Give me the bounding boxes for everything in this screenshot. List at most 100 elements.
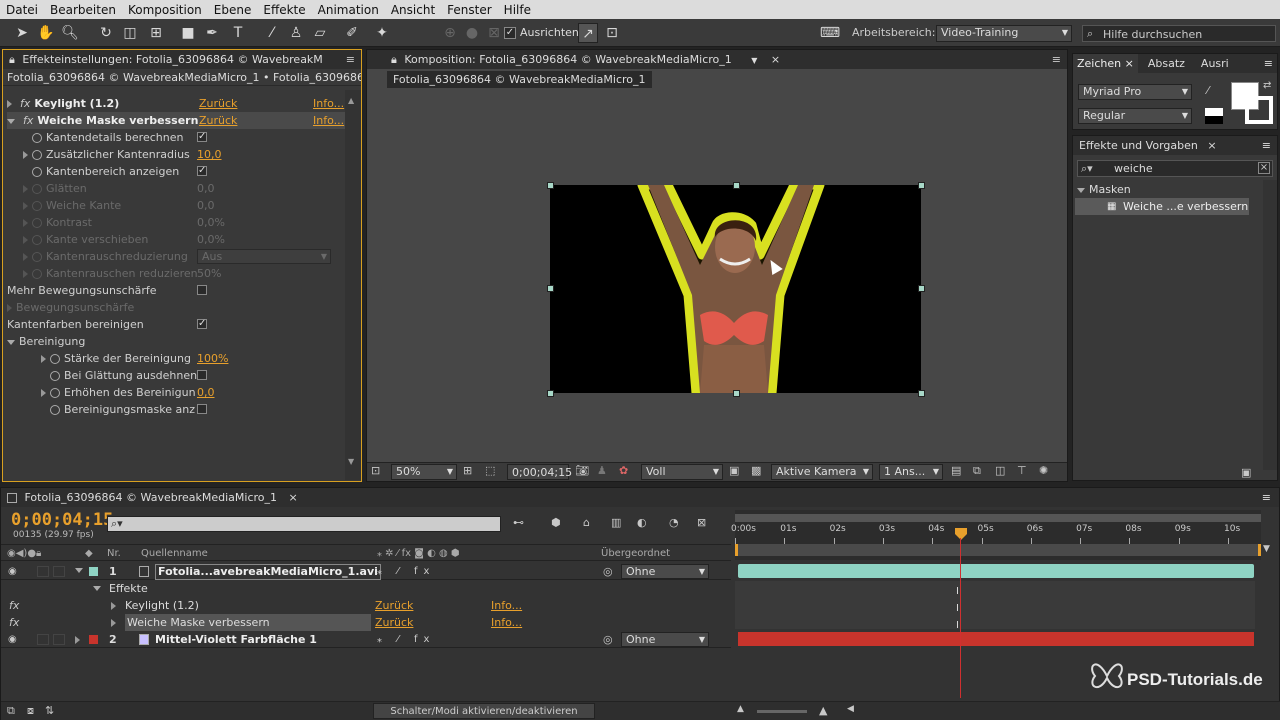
zoom-slider[interactable] (757, 710, 807, 713)
solo-switch[interactable] (37, 566, 49, 577)
transform-handle[interactable] (547, 390, 554, 397)
panel-menu-icon[interactable]: ≡ (1262, 488, 1271, 507)
views-dropdown[interactable]: 1 Ans... ▼ (879, 464, 943, 480)
effect-item-refine-soft-matte[interactable]: ▦ Weiche ...e verbessern (1075, 198, 1249, 215)
expand-icon[interactable] (93, 586, 101, 591)
expand-icon[interactable] (7, 100, 12, 108)
mask-visibility-icon[interactable]: ⬚ (485, 464, 495, 477)
motion-blur-icon[interactable]: ◐ (637, 516, 647, 529)
transform-handle[interactable] (547, 285, 554, 292)
menu-item[interactable]: Hilfe (498, 3, 537, 17)
expand-icon[interactable] (23, 270, 28, 278)
param-row[interactable]: Bei Glättung ausdehnen (41, 367, 379, 384)
transform-handle[interactable] (733, 390, 740, 397)
transfer-controls-icon[interactable]: ⧇ (27, 704, 34, 718)
snap-options-icon[interactable]: ⊡ (602, 23, 622, 43)
param-row[interactable]: Kantenfarben bereinigen ✓ (7, 316, 345, 333)
param-row[interactable]: Zusätzlicher Kantenradius 10,0 (23, 146, 361, 163)
expand-icon[interactable] (23, 219, 28, 227)
expand-icon[interactable] (75, 568, 83, 573)
param-row[interactable]: Kantenrauschen reduzieren 50% (23, 265, 361, 282)
workspace-dropdown[interactable]: Video-Training ▼ (936, 25, 1072, 42)
param-value[interactable]: 0,0% (197, 231, 225, 248)
param-row[interactable]: Erhöhen des Bereinigun 0,0 (41, 384, 379, 401)
param-value[interactable]: 50% (197, 265, 221, 282)
stopwatch-icon[interactable] (32, 133, 42, 143)
param-checkbox[interactable]: ✓ (197, 166, 207, 176)
brainstorm-icon[interactable]: ⊠ (697, 516, 706, 529)
expand-icon[interactable] (7, 339, 15, 345)
param-checkbox[interactable] (197, 404, 207, 414)
composition-tab[interactable]: 🔒︎ Komposition: Fotolia_63096864 © Waveb… (367, 50, 1067, 69)
layer-bar-2[interactable] (738, 632, 1254, 646)
transform-handle[interactable] (918, 285, 925, 292)
in-out-icon[interactable]: ⇅ (45, 704, 54, 717)
lock-switch[interactable] (53, 566, 65, 577)
puppet-pin-tool-icon[interactable]: ✦ (372, 23, 392, 43)
tab-paragraph[interactable]: Absatz (1138, 54, 1195, 73)
snapshot-icon[interactable]: 📷︎ (575, 464, 589, 477)
menu-item[interactable]: Animation (312, 3, 385, 17)
panel-menu-icon[interactable]: ≡ (346, 50, 355, 69)
eyedropper-icon[interactable]: ⁄ (1207, 84, 1209, 97)
keyframe-marker[interactable]: I (956, 603, 959, 614)
menu-item[interactable]: Komposition (122, 3, 208, 17)
keyframe-marker[interactable]: I (956, 620, 959, 631)
info-link[interactable]: Info... (313, 112, 344, 129)
timeline-effect-row[interactable]: fx Keylight (1.2) Zurück Info... (1, 597, 731, 614)
parent-pick-whip-icon[interactable]: ◎ (603, 563, 613, 580)
param-row[interactable]: Glätten 0,0 (23, 180, 361, 197)
safe-zones-icon[interactable]: ⊞ (463, 464, 472, 477)
layer-bar-1[interactable] (738, 564, 1254, 578)
fx-icon[interactable]: fx (9, 614, 19, 631)
menu-item[interactable]: Ansicht (385, 3, 441, 17)
time-navigator[interactable] (735, 514, 1261, 522)
stopwatch-icon[interactable] (50, 388, 60, 398)
info-link[interactable]: Info... (491, 597, 522, 614)
timeline-search-input[interactable]: ⌕▾ (107, 516, 501, 532)
expand-icon[interactable] (23, 236, 28, 244)
clone-stamp-tool-icon[interactable]: ♙ (286, 23, 306, 43)
work-area-bar[interactable] (735, 544, 1261, 556)
param-row[interactable]: Bereinigung (7, 333, 345, 350)
param-row[interactable]: Weiche Kante 0,0 (23, 197, 361, 214)
stopwatch-icon[interactable] (50, 371, 60, 381)
composition-viewer[interactable] (550, 185, 921, 393)
always-preview-icon[interactable]: ⊡ (371, 464, 380, 477)
pen-tool-icon[interactable]: ✒ (202, 23, 222, 43)
stopwatch-icon[interactable] (32, 218, 42, 228)
current-time-display[interactable]: 0;00;04;15 (507, 464, 572, 480)
layer-name[interactable]: Mittel-Violett Farbfläche 1 (155, 631, 317, 648)
effect-row[interactable]: fx Keylight (1.2) Zurück Info... (7, 95, 345, 112)
selection-tool-icon[interactable]: ➤ (12, 23, 32, 43)
layer-switches-icon[interactable]: ⧉ (7, 704, 15, 718)
chevron-down-icon[interactable]: ▼ (751, 56, 757, 65)
expand-icon[interactable] (23, 253, 28, 261)
transparency-grid-icon[interactable]: ▩ (751, 464, 761, 477)
stopwatch-icon[interactable] (32, 184, 42, 194)
param-checkbox[interactable]: ✓ (197, 319, 207, 329)
help-search-input[interactable]: ⌕ Hilfe durchsuchen (1082, 25, 1276, 42)
expand-icon[interactable] (7, 304, 12, 312)
rotate-tool-icon[interactable]: ↻ (96, 23, 116, 43)
transform-handle[interactable] (918, 182, 925, 189)
graph-editor-icon[interactable]: ◔ (669, 516, 679, 529)
expand-icon[interactable] (75, 636, 80, 644)
zoom-in-icon[interactable]: ▲ (819, 704, 827, 717)
param-row[interactable]: Kantenrauschreduzierung Aus ▼ (23, 248, 361, 265)
zoom-tool-icon[interactable]: 🔍︎ (60, 23, 80, 43)
zoom-dropdown[interactable]: 50% ▼ (391, 464, 457, 480)
timeline-timecode[interactable]: 0;00;04;15 (11, 510, 113, 530)
stopwatch-icon[interactable] (32, 167, 42, 177)
parent-pick-whip-icon[interactable]: ◎ (603, 631, 613, 648)
swap-colors-icon[interactable]: ⇄ (1263, 80, 1271, 91)
font-family-dropdown[interactable]: Myriad Pro ▼ (1078, 84, 1192, 100)
param-value[interactable]: 0,0% (197, 214, 225, 231)
param-row[interactable]: Kantendetails berechnen ✓ (23, 129, 361, 146)
channel-icon[interactable]: ✿ (619, 464, 628, 477)
fx-icon[interactable]: fx (20, 97, 30, 110)
keyboard-icon[interactable]: ⌨ (818, 23, 842, 43)
scroll-up-icon[interactable]: ▲ (348, 96, 354, 105)
param-value[interactable]: 0,0 (197, 180, 215, 197)
black-swatch[interactable] (1205, 116, 1223, 124)
